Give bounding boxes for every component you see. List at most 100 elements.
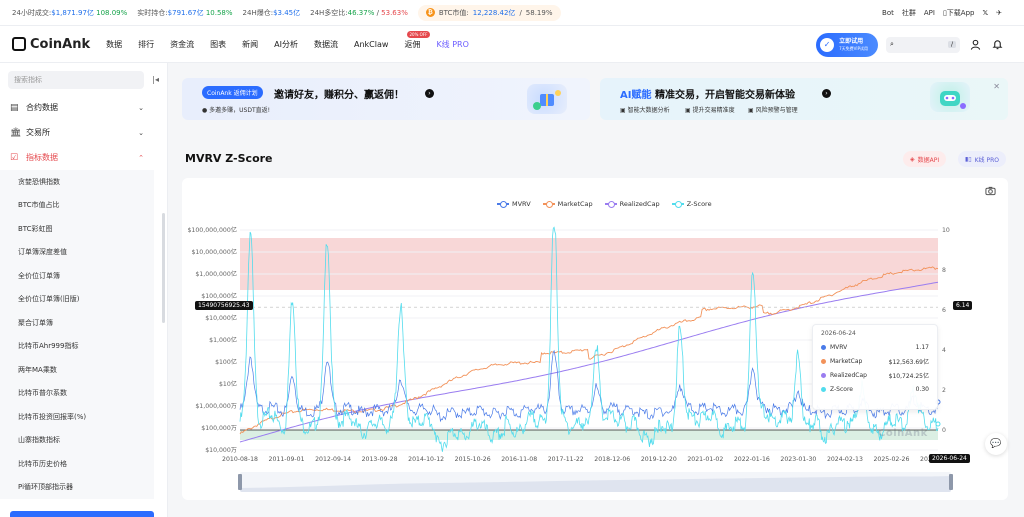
sidebar-sub-item[interactable]: 聚合订单簿 <box>0 311 154 335</box>
download-app-link[interactable]: ▯下载App <box>943 8 975 18</box>
sidebar-sub-item[interactable]: BTC市值占比 <box>0 193 154 217</box>
y-right-tick-label: 6 <box>942 307 946 314</box>
btc-marketcap-pill[interactable]: ₿ BTC市值: 12,228.42亿 / 58.19% <box>417 4 561 21</box>
chat-icon: 💬 <box>990 439 1002 449</box>
sidebar-sub-item[interactable]: 比特币Ahr999指标 <box>0 334 154 358</box>
sidebar-sub-item[interactable]: 比特币投资回报率(%) <box>0 405 154 429</box>
sidebar-active-item[interactable] <box>10 511 154 517</box>
nav-search-input[interactable]: ⌕ / <box>886 36 960 53</box>
ticker-bar: 24小时成交:$1,871.97亿 108.09% 实时持仓:$791.67亿 … <box>0 0 1024 26</box>
range-slider[interactable] <box>240 472 951 492</box>
zone-band <box>240 238 938 290</box>
ai-feature-2: ▣ 提升交易精准度 <box>685 107 735 114</box>
sidebar-sub-item[interactable]: BTC彩虹图 <box>0 217 154 241</box>
legend-marketcap[interactable]: MarketCap <box>542 200 593 208</box>
sidebar-scrollbar[interactable] <box>162 213 165 323</box>
nav-actions: ✓ 立即试用 7天免费VIP试用 ⌕ / <box>816 26 1004 63</box>
brand-logo[interactable]: CoinAnk <box>12 37 90 52</box>
y-left-tick-label: $1,000亿 <box>209 336 237 344</box>
sidebar-collapse-icon[interactable]: |◂ <box>152 75 159 84</box>
nav-charts[interactable]: 图表 <box>210 39 226 50</box>
legend-zscore[interactable]: Z-Score <box>671 200 712 208</box>
candlestick-icon: ▮▯ <box>965 155 972 163</box>
nav-ranking[interactable]: 排行 <box>138 39 154 50</box>
close-icon[interactable]: ✕ <box>993 82 1000 91</box>
contract-icon: ▤ <box>10 102 19 113</box>
sidebar-sub-item[interactable]: 订单簿深度差值 <box>0 240 154 264</box>
ticker-open-interest: 实时持仓:$791.67亿 10.58% <box>137 8 233 17</box>
ai-title: AI赋能 精准交易，开启智能交易新体验 <box>620 90 795 101</box>
x-tick-label: 2013-09-28 <box>362 456 398 463</box>
community-link[interactable]: 社群 <box>902 8 916 18</box>
user-icon[interactable] <box>968 38 982 52</box>
y-right-tick-label: 8 <box>942 267 946 274</box>
sidebar-sub-item[interactable]: 全价位订单簿(旧版) <box>0 287 154 311</box>
free-trial-button[interactable]: ✓ 立即试用 7天免费VIP试用 <box>816 32 878 57</box>
bell-icon[interactable] <box>990 38 1004 52</box>
camera-icon[interactable] <box>985 186 996 199</box>
nav-fund-flow[interactable]: 资金流 <box>170 39 194 50</box>
nav-news[interactable]: 新闻 <box>242 39 258 50</box>
y-left-tick-label: $100,000,000亿 <box>188 226 238 234</box>
range-handle-right[interactable] <box>949 474 953 490</box>
referral-title: 邀请好友，赚积分、赢返佣！ <box>274 90 404 101</box>
kline-pro-button[interactable]: ▮▯ K线 PRO <box>958 151 1006 167</box>
ticker-volume: 24小时成交:$1,871.97亿 108.09% <box>12 8 128 17</box>
range-handle-left[interactable] <box>238 474 242 490</box>
tooltip-row-zscore: Z-Score 0.30 <box>821 382 929 396</box>
tooltip-row-mvrv: MVRV 1.17 <box>821 340 929 354</box>
tooltip-row-marketcap: MarketCap $12,563.69亿 <box>821 354 929 368</box>
sidebar-group-indicators[interactable]: ☑ 指标数据 ⌃ <box>0 145 154 170</box>
shield-icon: ✓ <box>820 37 835 52</box>
sidebar-sub-item[interactable]: 两年MA乘数 <box>0 358 154 382</box>
legend-mvrv[interactable]: MVRV <box>497 200 531 208</box>
nav-data[interactable]: 数据 <box>106 39 122 50</box>
sidebar-sub-item[interactable]: 全价位订单簿 <box>0 264 154 288</box>
sidebar-sub-item[interactable]: 比特币历史价格 <box>0 452 154 476</box>
zscore-endpoint <box>935 421 941 427</box>
y-right-tick-label: 10 <box>942 227 950 234</box>
chart-title: MVRV Z-Score <box>185 152 273 165</box>
sidebar: 搜索指标 |◂ ▤ 合约数据 ⌄ 🏛 交易所 ⌄ ☑ 指标数据 ⌃ 贪婪恐惧指数… <box>0 63 168 517</box>
sidebar-group-exchange[interactable]: 🏛 交易所 ⌄ <box>0 120 154 145</box>
tooltip-date: 2026-06-24 <box>821 330 856 337</box>
x-tick-label: 2012-09-14 <box>315 456 351 463</box>
sidebar-sub-item[interactable]: 比特币普尔系数 <box>0 381 154 405</box>
x-tick-label: 2021-01-02 <box>687 456 723 463</box>
sidebar-group-contract[interactable]: ▤ 合约数据 ⌄ <box>0 95 154 120</box>
chevron-down-icon: ⌄ <box>138 128 144 137</box>
x-tick-label: 2015-10-26 <box>455 456 491 463</box>
data-api-button[interactable]: ◈ 数据API <box>903 151 947 167</box>
telegram-icon[interactable]: ✈ <box>996 9 1002 17</box>
sidebar-search-input[interactable]: 搜索指标 <box>8 71 144 89</box>
ai-banner[interactable]: AI赋能 精准交易，开启智能交易新体验 › ▣ 智能大数据分析 ▣ 提升交易精准… <box>600 78 1008 120</box>
ai-feature-1: ▣ 智能大数据分析 <box>620 107 670 114</box>
sidebar-sub-item[interactable]: 贪婪恐惧指数 <box>0 170 154 194</box>
bot-link[interactable]: Bot <box>882 9 894 17</box>
range-slider-preview <box>240 476 951 492</box>
gift-illustration <box>527 84 567 114</box>
nav-data-stream[interactable]: 数据流 <box>314 39 338 50</box>
y-left-tick-label: $10亿 <box>219 380 237 388</box>
sidebar-sub-item[interactable]: Pi循环顶部指示器 <box>0 475 154 499</box>
y-left-tick-label: $100,000亿 <box>201 292 237 300</box>
ticker-liquidation: 24H爆仓:$3.45亿 <box>242 8 301 17</box>
bitcoin-icon: ₿ <box>425 8 435 17</box>
api-icon: ◈ <box>910 155 915 163</box>
sidebar-sub-item[interactable]: 山寨指数指标 <box>0 428 154 452</box>
nav-kline-pro[interactable]: K线 PRO <box>436 39 468 50</box>
referral-banner[interactable]: CoinAnk 返佣计划 邀请好友，赚积分、赢返佣！ › ● 多邀多赚，USDT… <box>182 78 590 120</box>
x-tick-label: 2023-01-30 <box>780 456 816 463</box>
x-icon[interactable]: 𝕏 <box>982 9 988 17</box>
chat-support-button[interactable]: 💬 <box>985 433 1007 455</box>
y-left-tick-label: $10,000亿 <box>205 314 237 322</box>
coinank-watermark: CoinAnk <box>878 428 928 439</box>
referral-tag: CoinAnk 返佣计划 <box>202 86 263 99</box>
arrow-right-icon: › <box>425 89 434 98</box>
nav-ai-analysis[interactable]: AI分析 <box>274 39 298 50</box>
nav-ankclaw[interactable]: AnkClaw <box>354 40 388 49</box>
left-axis-cursor-value: 15490756925.43 <box>195 301 253 310</box>
legend-realizedcap[interactable]: RealizedCap <box>604 200 660 208</box>
nav-rebate[interactable]: 返佣 20% OFF <box>404 30 431 50</box>
api-link[interactable]: API <box>924 9 935 17</box>
